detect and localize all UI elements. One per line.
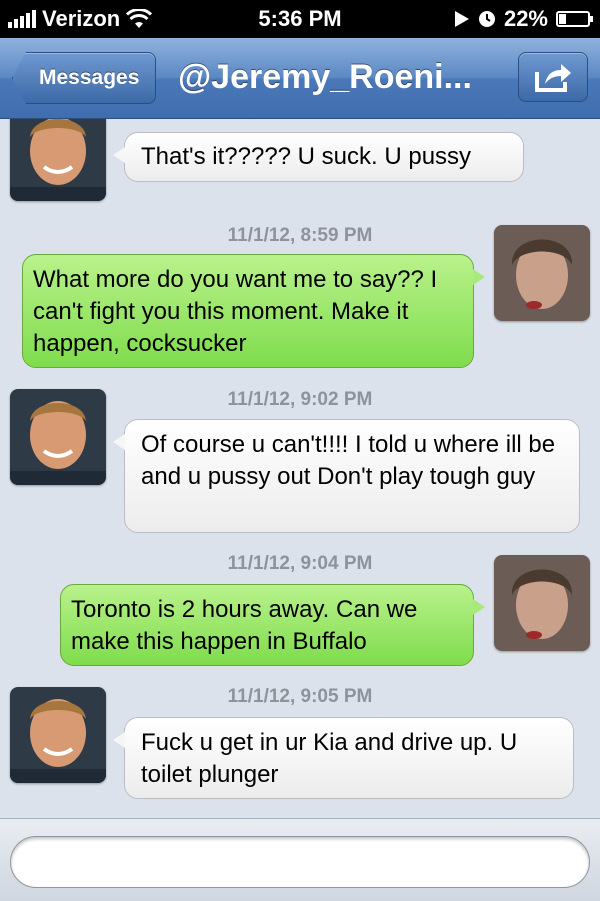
contact-photo bbox=[10, 389, 106, 485]
alarm-clock-icon bbox=[478, 11, 495, 27]
wifi-icon bbox=[126, 9, 153, 28]
navigation-bar: Messages @Jeremy_Roeni... bbox=[0, 38, 600, 119]
share-button[interactable] bbox=[518, 52, 588, 102]
contact-avatar-sean bbox=[494, 225, 590, 321]
battery-percentage: 22% bbox=[503, 6, 548, 31]
contact-avatar-jeremy bbox=[10, 389, 106, 485]
own-photo bbox=[494, 225, 590, 321]
incoming-message-bubble[interactable]: Fuck u get in ur Kia and drive up. U toi… bbox=[113, 717, 574, 799]
incoming-message-bubble[interactable]: Of course u can't!!!! I told u where ill… bbox=[113, 419, 580, 533]
message-text: What more do you want me to say?? I can'… bbox=[33, 266, 438, 357]
message-text: Fuck u get in ur Kia and drive up. U toi… bbox=[141, 729, 518, 788]
message-input[interactable] bbox=[10, 836, 590, 888]
message-thread[interactable]: That's it????? U suck. U pussy 11/1/12, … bbox=[0, 119, 600, 819]
conversation-title: @Jeremy_Roeni... bbox=[178, 58, 472, 96]
contact-photo bbox=[10, 119, 106, 201]
message-text: Of course u can't!!!! I told u where ill… bbox=[141, 431, 556, 490]
status-bar: Verizon 5:36 PM 22% bbox=[0, 0, 600, 38]
back-button-label: Messages bbox=[39, 66, 140, 89]
compose-bar bbox=[0, 818, 600, 901]
own-photo bbox=[494, 555, 590, 651]
carrier-name: Verizon bbox=[42, 6, 121, 31]
contact-avatar-jeremy bbox=[10, 687, 106, 783]
contact-avatar-jeremy bbox=[10, 119, 106, 201]
outgoing-message-bubble[interactable]: Toronto is 2 hours away. Can we make thi… bbox=[60, 584, 485, 666]
share-arrow-icon bbox=[535, 64, 571, 92]
battery-icon bbox=[556, 11, 593, 27]
outgoing-message-bubble[interactable]: What more do you want me to say?? I can'… bbox=[22, 254, 485, 368]
contact-photo bbox=[10, 687, 106, 783]
back-button[interactable]: Messages bbox=[12, 52, 157, 104]
contact-avatar-sean bbox=[494, 555, 590, 651]
location-arrow-icon bbox=[454, 11, 469, 27]
incoming-message-bubble[interactable]: That's it????? U suck. U pussy bbox=[113, 132, 524, 182]
message-text: Toronto is 2 hours away. Can we make thi… bbox=[71, 596, 418, 655]
message-text: That's it????? U suck. U pussy bbox=[141, 143, 472, 170]
signal-bars-icon bbox=[8, 10, 36, 28]
